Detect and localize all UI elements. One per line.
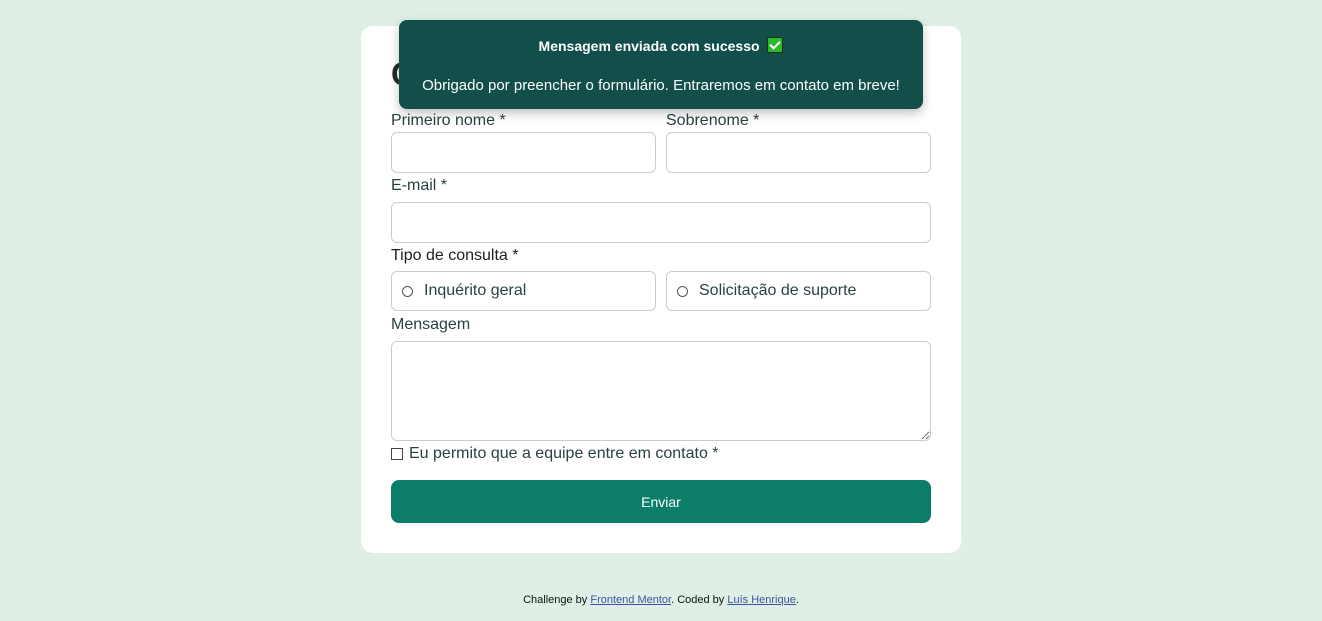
toast-title: Mensagem enviada com sucesso: [538, 38, 760, 54]
first-name-input[interactable]: [391, 132, 656, 173]
radio-support-request[interactable]: Solicitação de suporte: [666, 271, 931, 311]
radio-general-enquiry[interactable]: Inquérito geral: [391, 271, 656, 311]
email-label: E-mail *: [391, 177, 448, 194]
author-link[interactable]: Luís Henrique: [727, 594, 796, 606]
submit-button[interactable]: Enviar: [391, 480, 931, 523]
first-name-label: Primeiro nome *: [391, 112, 506, 129]
success-toast: Mensagem enviada com sucesso Obrigado po…: [399, 20, 923, 109]
check-icon: [767, 37, 784, 53]
consent-row[interactable]: Eu permito que a equipe entre em contato…: [391, 445, 719, 463]
last-name-label: Sobrenome *: [666, 112, 760, 129]
query-type-legend: Tipo de consulta *: [391, 247, 519, 264]
footer-suffix: .: [795, 594, 799, 606]
message-textarea[interactable]: [391, 341, 931, 441]
attribution-footer: Challenge by Frontend Mentor. Coded by L…: [0, 594, 1322, 606]
radio-support-request-label: Solicitação de suporte: [699, 282, 857, 299]
consent-checkbox[interactable]: [391, 448, 403, 460]
message-label: Mensagem: [391, 316, 471, 333]
toast-message: Obrigado por preencher o formulário. Ent…: [422, 77, 900, 94]
frontend-mentor-link[interactable]: Frontend Mentor: [590, 594, 671, 606]
consent-label: Eu permito que a equipe entre em contato…: [409, 445, 719, 462]
email-input[interactable]: [391, 202, 931, 243]
last-name-input[interactable]: [666, 132, 931, 173]
footer-middle: . Coded by: [671, 594, 728, 606]
toast-title-row: Mensagem enviada com sucesso: [399, 37, 923, 54]
footer-prefix: Challenge by: [523, 594, 591, 606]
radio-general-enquiry-label: Inquérito geral: [424, 282, 527, 299]
radio-circle-icon[interactable]: [677, 285, 688, 297]
radio-circle-icon[interactable]: [402, 285, 413, 297]
